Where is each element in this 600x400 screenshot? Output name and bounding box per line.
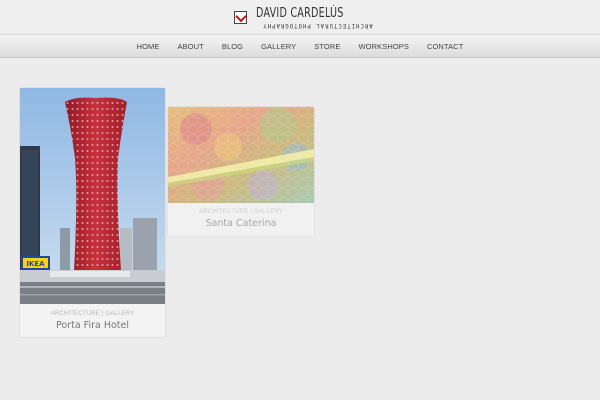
logo-subtitle: ARCHITECTURAL PHOTOGRAPHY [262, 21, 373, 29]
nav-item-about[interactable]: ABOUT [169, 42, 213, 51]
nav-item-contact[interactable]: CONTACT [418, 42, 472, 51]
site-header: DAVID CARDELÚS ARCHITECTURAL PHOTOGRAPHY [0, 0, 600, 34]
nav-item-store[interactable]: STORE [305, 42, 349, 51]
post-title[interactable]: Porta Fira Hotel [20, 320, 165, 331]
nav-item-blog[interactable]: BLOG [213, 42, 252, 51]
main-nav: HOME ABOUT BLOG GALLERY STORE WORKSHOPS … [0, 34, 600, 58]
nav-item-workshops[interactable]: WORKSHOPS [349, 42, 418, 51]
page: DAVID CARDELÚS ARCHITECTURAL PHOTOGRAPHY… [0, 0, 600, 400]
post-category[interactable]: ARCHITECTURE | GALLERY [168, 209, 314, 215]
post-card-santa-caterina[interactable]: ARCHITECTURE | GALLERY Santa Caterina [168, 107, 314, 236]
logo-icon [234, 10, 247, 24]
logo-name: DAVID CARDELÚS [256, 5, 344, 21]
post-thumbnail-santa-caterina[interactable] [168, 107, 314, 203]
post-thumbnail-porta-fira[interactable]: IKEA [20, 88, 165, 304]
site-logo[interactable]: DAVID CARDELÚS ARCHITECTURAL PHOTOGRAPHY [234, 5, 379, 29]
post-title[interactable]: Santa Caterina [168, 218, 314, 229]
post-card-porta-fira[interactable]: IKEA ARCHITECTURE | GALLERY Porta Fira H… [20, 88, 165, 337]
nav-item-gallery[interactable]: GALLERY [252, 42, 305, 51]
nav-item-home[interactable]: HOME [128, 42, 169, 51]
ikea-sign-text: IKEA [26, 260, 45, 268]
post-category[interactable]: ARCHITECTURE | GALLERY [20, 311, 165, 317]
